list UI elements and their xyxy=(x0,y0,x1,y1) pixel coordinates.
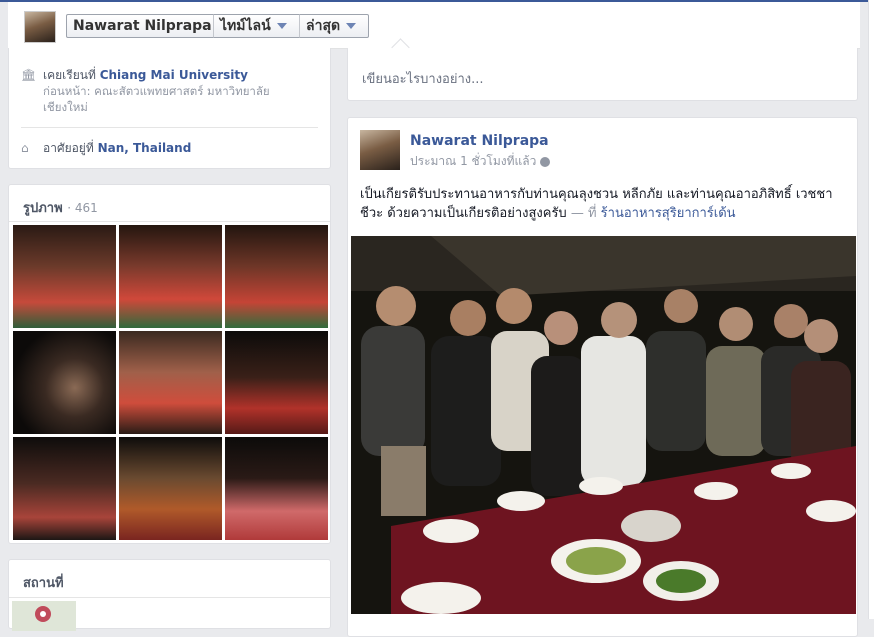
timeline-post: Nawarat Nilprapa ประมาณ 1 ชั่วโมงที่แล้ว… xyxy=(347,117,858,637)
map-pin-icon xyxy=(35,606,51,622)
post-time-label: ประมาณ 1 ชั่วโมงที่แล้ว xyxy=(410,154,537,168)
school-icon: 🏛 xyxy=(21,68,37,82)
lives-prefix: อาศัยอยู่ที่ xyxy=(43,141,94,155)
photo-thumbnail[interactable] xyxy=(119,225,222,328)
places-title[interactable]: สถานที่ xyxy=(23,572,64,593)
photos-count: · 461 xyxy=(67,201,98,215)
divider xyxy=(21,127,318,128)
photo-thumbnail[interactable] xyxy=(225,225,328,328)
timeline-dropdown[interactable]: ไทม์ไลน์ xyxy=(213,14,300,38)
divider xyxy=(9,597,330,598)
recent-dropdown[interactable]: ล่าสุด xyxy=(299,14,369,38)
chevron-down-icon xyxy=(276,23,287,29)
photos-card: รูปภาพ · 461 xyxy=(8,184,331,544)
timeline-header: Nawarat Nilprapa ไทม์ไลน์ ล่าสุด xyxy=(8,2,860,49)
photo-thumbnail[interactable] xyxy=(13,331,116,434)
hometown-link[interactable]: Nan, Thailand xyxy=(98,141,192,155)
chevron-down-icon xyxy=(346,23,357,29)
post-place-link[interactable]: ร้านอาหารสุริยาการ์เด้น xyxy=(601,206,736,221)
post-at-label: — ที่ xyxy=(570,206,597,221)
photo-thumbnail[interactable] xyxy=(119,331,222,434)
photo-thumbnail[interactable] xyxy=(225,437,328,540)
post-author-avatar[interactable] xyxy=(360,130,400,170)
post-body: เป็นเกียรติรับประทานอาหารกับท่านคุณลุงชว… xyxy=(360,187,833,221)
photo-thumbnail[interactable] xyxy=(13,437,116,540)
profile-avatar[interactable] xyxy=(24,11,56,43)
profile-name-label: Nawarat Nilprapa xyxy=(73,18,212,34)
composer-placeholder[interactable]: เขียนอะไรบางอย่าง... xyxy=(362,68,484,89)
home-icon: ⌂ xyxy=(21,141,29,155)
photos-title-label: รูปภาพ xyxy=(23,201,63,216)
photo-thumbnail[interactable] xyxy=(225,331,328,434)
photo-thumbnail[interactable] xyxy=(13,225,116,328)
profile-name-button[interactable]: Nawarat Nilprapa xyxy=(66,14,214,38)
photos-title[interactable]: รูปภาพ · 461 xyxy=(23,197,98,218)
school-link[interactable]: Chiang Mai University xyxy=(100,68,248,82)
post-text: เป็นเกียรติรับประทานอาหารกับท่านคุณลุงชว… xyxy=(360,185,850,223)
post-author-name[interactable]: Nawarat Nilprapa xyxy=(410,133,549,149)
divider xyxy=(9,221,330,222)
right-panel-edge xyxy=(868,0,874,619)
post-photo[interactable] xyxy=(351,236,856,614)
timeline-label: ไทม์ไลน์ xyxy=(220,18,271,34)
post-timestamp[interactable]: ประมาณ 1 ชั่วโมงที่แล้ว xyxy=(410,152,551,171)
recent-label: ล่าสุด xyxy=(306,18,341,34)
status-composer[interactable]: เขียนอะไรบางอย่าง... xyxy=(347,38,858,101)
post-photo-image xyxy=(351,236,856,614)
globe-icon xyxy=(540,156,551,167)
studied-prefix: เคยเรียนที่ xyxy=(43,68,96,82)
about-card: 🏛 เคยเรียนที่ Chiang Mai University ก่อน… xyxy=(8,48,331,169)
photo-thumbnail[interactable] xyxy=(119,437,222,540)
previous-school: ก่อนหน้า: คณะสัตวแพทยศาสตร์ มหาวิทยาลัยเ… xyxy=(43,84,270,114)
